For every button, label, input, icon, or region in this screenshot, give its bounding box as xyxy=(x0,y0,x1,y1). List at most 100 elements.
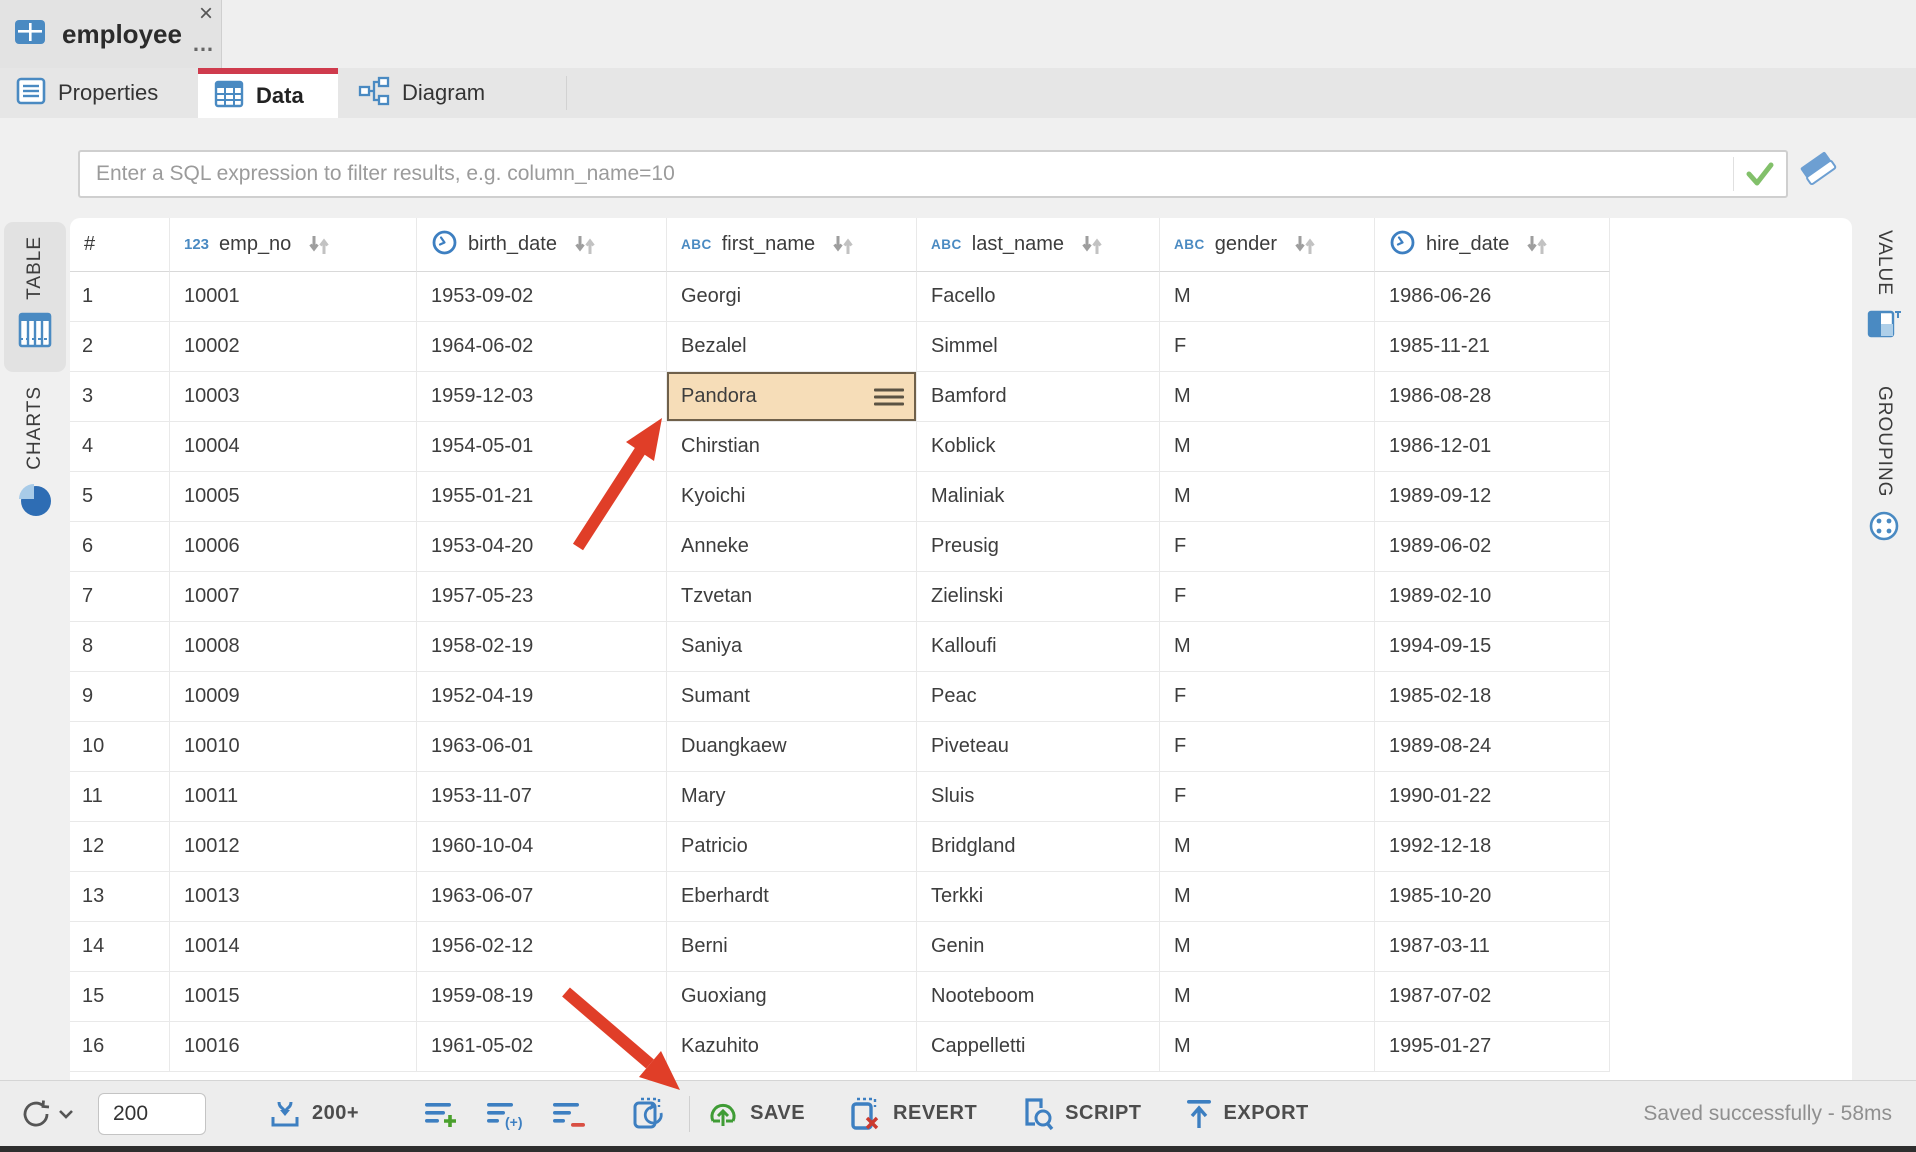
cell-first_name[interactable]: Guoxiang xyxy=(667,972,917,1022)
cell-gender[interactable]: M xyxy=(1160,872,1375,922)
sort-icon[interactable] xyxy=(573,234,597,256)
cell-birth_date[interactable]: 1952-04-19 xyxy=(417,672,667,722)
cell-emp_no[interactable]: 10009 xyxy=(170,672,417,722)
cell-emp_no[interactable]: 10006 xyxy=(170,522,417,572)
revert-button[interactable]: REVERT xyxy=(847,1096,977,1132)
cell-birth_date[interactable]: 1956-02-12 xyxy=(417,922,667,972)
column-header-hire-date[interactable]: hire_date xyxy=(1375,218,1610,272)
cell-last_name[interactable]: Simmel xyxy=(917,322,1160,372)
sort-icon[interactable] xyxy=(1525,234,1549,256)
cell-emp_no[interactable]: 10001 xyxy=(170,272,417,322)
sort-icon[interactable] xyxy=(1080,234,1104,256)
cell-birth_date[interactable]: 1954-05-01 xyxy=(417,422,667,472)
cell-hire_date[interactable]: 1989-02-10 xyxy=(1375,572,1610,622)
rail-tab-charts[interactable]: CHARTS xyxy=(4,380,66,540)
cell-gender[interactable]: M xyxy=(1160,922,1375,972)
cell-birth_date[interactable]: 1958-02-19 xyxy=(417,622,667,672)
cell-emp_no[interactable]: 10005 xyxy=(170,472,417,522)
cell-emp_no[interactable]: 10014 xyxy=(170,922,417,972)
tab-diagram[interactable]: Diagram xyxy=(342,68,501,118)
row-number[interactable]: 15 xyxy=(70,972,170,1022)
cell-hire_date[interactable]: 1985-10-20 xyxy=(1375,872,1610,922)
close-tab-icon[interactable]: × xyxy=(192,0,220,28)
cell-gender[interactable]: M xyxy=(1160,822,1375,872)
save-button[interactable]: SAVE xyxy=(706,1097,805,1131)
cell-hire_date[interactable]: 1990-01-22 xyxy=(1375,772,1610,822)
cell-birth_date[interactable]: 1961-05-02 xyxy=(417,1022,667,1072)
cell-first_name[interactable]: Saniya xyxy=(667,622,917,672)
tab-data[interactable]: Data xyxy=(198,68,338,118)
cell-first_name[interactable]: Eberhardt xyxy=(667,872,917,922)
rail-tab-value[interactable]: VALUE xyxy=(1858,230,1910,360)
cell-first_name[interactable]: Mary xyxy=(667,772,917,822)
cell-hire_date[interactable]: 1994-09-15 xyxy=(1375,622,1610,672)
row-number[interactable]: 14 xyxy=(70,922,170,972)
column-header-emp-no[interactable]: 123 emp_no xyxy=(170,218,417,272)
cell-last_name[interactable]: Cappelletti xyxy=(917,1022,1160,1072)
cell-hire_date[interactable]: 1987-03-11 xyxy=(1375,922,1610,972)
cell-emp_no[interactable]: 10015 xyxy=(170,972,417,1022)
cell-first_name[interactable]: Georgi xyxy=(667,272,917,322)
column-header-rownum[interactable]: # xyxy=(70,218,170,272)
doc-tab-employee[interactable]: employee xyxy=(0,0,222,68)
cell-emp_no[interactable]: 10010 xyxy=(170,722,417,772)
cell-first_name[interactable]: Berni xyxy=(667,922,917,972)
cell-birth_date[interactable]: 1963-06-07 xyxy=(417,872,667,922)
cell-gender[interactable]: F xyxy=(1160,572,1375,622)
row-number[interactable]: 7 xyxy=(70,572,170,622)
cell-emp_no[interactable]: 10002 xyxy=(170,322,417,372)
cell-first_name[interactable]: Pandora xyxy=(667,372,917,422)
cell-gender[interactable]: M xyxy=(1160,272,1375,322)
row-number[interactable]: 6 xyxy=(70,522,170,572)
cell-gender[interactable]: M xyxy=(1160,972,1375,1022)
cell-birth_date[interactable]: 1953-11-07 xyxy=(417,772,667,822)
rail-tab-table[interactable]: TABLE xyxy=(4,222,66,372)
cell-birth_date[interactable]: 1964-06-02 xyxy=(417,322,667,372)
tab-more-icon[interactable]: … xyxy=(192,34,214,54)
cell-first_name[interactable]: Bezalel xyxy=(667,322,917,372)
fetch-next-page-button[interactable]: 200+ xyxy=(268,1097,359,1131)
cell-hire_date[interactable]: 1985-02-18 xyxy=(1375,672,1610,722)
row-number[interactable]: 8 xyxy=(70,622,170,672)
cell-hire_date[interactable]: 1986-12-01 xyxy=(1375,422,1610,472)
row-number[interactable]: 3 xyxy=(70,372,170,422)
cell-first_name[interactable]: Kazuhito xyxy=(667,1022,917,1072)
cell-first_name[interactable]: Patricio xyxy=(667,822,917,872)
apply-filter-button[interactable] xyxy=(1734,152,1786,196)
cell-birth_date[interactable]: 1959-08-19 xyxy=(417,972,667,1022)
refresh-button[interactable] xyxy=(18,1096,74,1132)
cell-birth_date[interactable]: 1959-12-03 xyxy=(417,372,667,422)
cell-last_name[interactable]: Preusig xyxy=(917,522,1160,572)
cell-gender[interactable]: F xyxy=(1160,322,1375,372)
cell-birth_date[interactable]: 1953-09-02 xyxy=(417,272,667,322)
cell-hire_date[interactable]: 1992-12-18 xyxy=(1375,822,1610,872)
cell-gender[interactable]: M xyxy=(1160,372,1375,422)
rail-tab-grouping[interactable]: GROUPING xyxy=(1858,386,1910,566)
cell-gender[interactable]: M xyxy=(1160,622,1375,672)
cell-menu-icon[interactable] xyxy=(874,384,904,409)
cell-last_name[interactable]: Sluis xyxy=(917,772,1160,822)
duplicate-row-button[interactable]: (+) xyxy=(485,1098,525,1130)
cell-emp_no[interactable]: 10003 xyxy=(170,372,417,422)
cell-emp_no[interactable]: 10012 xyxy=(170,822,417,872)
refresh-document-button[interactable] xyxy=(631,1097,667,1131)
cell-emp_no[interactable]: 10007 xyxy=(170,572,417,622)
cell-gender[interactable]: F xyxy=(1160,772,1375,822)
cell-gender[interactable]: M xyxy=(1160,1022,1375,1072)
cell-last_name[interactable]: Genin xyxy=(917,922,1160,972)
cell-first_name[interactable]: Sumant xyxy=(667,672,917,722)
cell-emp_no[interactable]: 10011 xyxy=(170,772,417,822)
row-number[interactable]: 4 xyxy=(70,422,170,472)
cell-hire_date[interactable]: 1987-07-02 xyxy=(1375,972,1610,1022)
cell-last_name[interactable]: Bridgland xyxy=(917,822,1160,872)
cell-emp_no[interactable]: 10008 xyxy=(170,622,417,672)
cell-last_name[interactable]: Kalloufi xyxy=(917,622,1160,672)
add-row-button[interactable] xyxy=(423,1098,459,1130)
cell-gender[interactable]: M xyxy=(1160,472,1375,522)
row-number[interactable]: 2 xyxy=(70,322,170,372)
row-number[interactable]: 1 xyxy=(70,272,170,322)
cell-last_name[interactable]: Bamford xyxy=(917,372,1160,422)
cell-emp_no[interactable]: 10016 xyxy=(170,1022,417,1072)
sort-icon[interactable] xyxy=(307,234,331,256)
cell-emp_no[interactable]: 10004 xyxy=(170,422,417,472)
